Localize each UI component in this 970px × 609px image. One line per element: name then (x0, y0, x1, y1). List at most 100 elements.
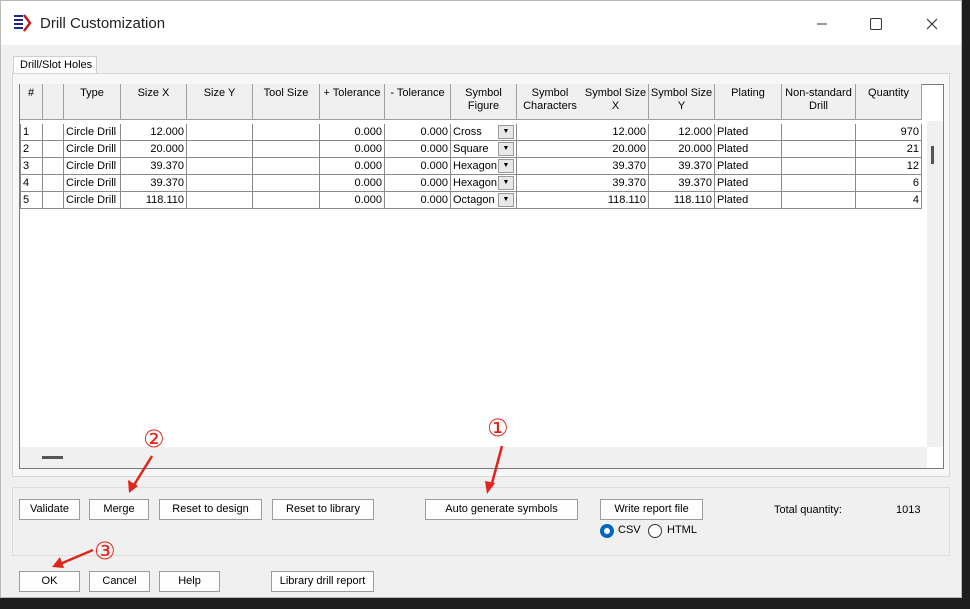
cell-tool[interactable] (253, 124, 320, 141)
cell-symch[interactable] (517, 124, 584, 141)
cell-sizex[interactable]: 39.370 (121, 158, 187, 175)
horizontal-scroll-thumb[interactable] (42, 456, 63, 459)
column-header-ssx[interactable]: Symbol Size X (583, 84, 649, 120)
cell-ssx[interactable]: 39.370 (583, 158, 649, 175)
cell-ssx[interactable]: 20.000 (583, 141, 649, 158)
column-header-num[interactable]: # (20, 84, 43, 120)
cell-symfig[interactable]: Hexagon ▼ (451, 158, 517, 175)
cell-ssx[interactable]: 39.370 (583, 175, 649, 192)
close-icon[interactable] (917, 11, 947, 37)
cell-sizey[interactable] (187, 124, 253, 141)
cell-nonstd[interactable] (782, 141, 856, 158)
cell-qty[interactable]: 12 (856, 158, 922, 175)
cell-symch[interactable] (517, 141, 584, 158)
cell-sizex[interactable]: 20.000 (121, 141, 187, 158)
cell-qty[interactable]: 21 (856, 141, 922, 158)
cell-mtol[interactable]: 0.000 (385, 192, 451, 209)
cell-plating[interactable]: Plated (715, 192, 782, 209)
ok-button[interactable]: OK (19, 571, 80, 592)
cell-plating[interactable]: Plated (715, 124, 782, 141)
column-header-sizex[interactable]: Size X (121, 84, 187, 120)
column-header-ptol[interactable]: + Tolerance (320, 84, 385, 120)
column-header-tool[interactable]: Tool Size (253, 84, 320, 120)
cell-ssy[interactable]: 39.370 (649, 175, 715, 192)
cell-sizey[interactable] (187, 192, 253, 209)
cell-qty[interactable]: 4 (856, 192, 922, 209)
help-button[interactable]: Help (159, 571, 220, 592)
cell-symfig[interactable]: Square ▼ (451, 141, 517, 158)
table-row[interactable]: 5 Circle Drill 118.110 0.000 0.000 Octagon ▼ 11… (20, 192, 922, 209)
cell-ptol[interactable]: 0.000 (320, 158, 385, 175)
cell-ptol[interactable]: 0.000 (320, 141, 385, 158)
column-header-blank[interactable] (43, 84, 64, 120)
cell-symch[interactable] (517, 158, 584, 175)
dropdown-arrow-icon[interactable]: ▼ (498, 193, 514, 207)
column-header-nonstd[interactable]: Non-standard Drill (782, 84, 856, 120)
cell-symch[interactable] (517, 175, 584, 192)
column-header-mtol[interactable]: - Tolerance (385, 84, 451, 120)
cell-type[interactable]: Circle Drill (64, 158, 121, 175)
cell-type[interactable]: Circle Drill (64, 175, 121, 192)
cell-sizey[interactable] (187, 175, 253, 192)
validate-button[interactable]: Validate (19, 499, 80, 520)
cell-tool[interactable] (253, 192, 320, 209)
cell-ssy[interactable]: 39.370 (649, 158, 715, 175)
cell-sizey[interactable] (187, 158, 253, 175)
cell-sizex[interactable]: 12.000 (121, 124, 187, 141)
cell-tool[interactable] (253, 175, 320, 192)
table-row[interactable]: 4 Circle Drill 39.370 0.000 0.000 Hexagon ▼ 39.… (20, 175, 922, 192)
column-header-qty[interactable]: Quantity (856, 84, 922, 120)
cell-type[interactable]: Circle Drill (64, 124, 121, 141)
reset-to-design-button[interactable]: Reset to design (159, 499, 262, 520)
vertical-scrollbar[interactable] (927, 121, 943, 447)
dropdown-arrow-icon[interactable]: ▼ (498, 125, 514, 139)
cell-symfig[interactable]: Cross ▼ (451, 124, 517, 141)
cell-qty[interactable]: 970 (856, 124, 922, 141)
cell-qty[interactable]: 6 (856, 175, 922, 192)
dropdown-arrow-icon[interactable]: ▼ (498, 142, 514, 156)
column-header-type[interactable]: Type (64, 84, 121, 120)
cell-plating[interactable]: Plated (715, 141, 782, 158)
reset-to-library-button[interactable]: Reset to library (272, 499, 374, 520)
column-header-symfig[interactable]: Symbol Figure (451, 84, 517, 120)
cell-sizex[interactable]: 118.110 (121, 192, 187, 209)
column-header-plating[interactable]: Plating (715, 84, 782, 120)
cell-type[interactable]: Circle Drill (64, 141, 121, 158)
cell-ssx[interactable]: 118.110 (583, 192, 649, 209)
cell-ssy[interactable]: 118.110 (649, 192, 715, 209)
cell-nonstd[interactable] (782, 175, 856, 192)
cell-sizex[interactable]: 39.370 (121, 175, 187, 192)
cell-ssy[interactable]: 12.000 (649, 124, 715, 141)
cell-ssy[interactable]: 20.000 (649, 141, 715, 158)
write-report-file-button[interactable]: Write report file (600, 499, 703, 520)
cell-nonstd[interactable] (782, 124, 856, 141)
cell-sizey[interactable] (187, 141, 253, 158)
merge-button[interactable]: Merge (89, 499, 149, 520)
vertical-scroll-thumb[interactable] (931, 146, 934, 164)
cell-type[interactable]: Circle Drill (64, 192, 121, 209)
minimize-icon[interactable] (807, 11, 837, 37)
cell-tool[interactable] (253, 141, 320, 158)
library-drill-report-button[interactable]: Library drill report (271, 571, 374, 592)
cell-mtol[interactable]: 0.000 (385, 124, 451, 141)
cell-nonstd[interactable] (782, 158, 856, 175)
dropdown-arrow-icon[interactable]: ▼ (498, 176, 514, 190)
maximize-icon[interactable] (861, 11, 891, 37)
column-header-ssy[interactable]: Symbol Size Y (649, 84, 715, 120)
cell-mtol[interactable]: 0.000 (385, 175, 451, 192)
cancel-button[interactable]: Cancel (89, 571, 150, 592)
cell-tool[interactable] (253, 158, 320, 175)
cell-ptol[interactable]: 0.000 (320, 124, 385, 141)
cell-nonstd[interactable] (782, 192, 856, 209)
cell-symfig[interactable]: Octagon ▼ (451, 192, 517, 209)
html-radio[interactable] (648, 524, 662, 538)
cell-ptol[interactable]: 0.000 (320, 175, 385, 192)
table-row[interactable]: 3 Circle Drill 39.370 0.000 0.000 Hexagon ▼ 39.… (20, 158, 922, 175)
cell-ssx[interactable]: 12.000 (583, 124, 649, 141)
cell-ptol[interactable]: 0.000 (320, 192, 385, 209)
csv-radio[interactable] (600, 524, 614, 538)
column-header-sizey[interactable]: Size Y (187, 84, 253, 120)
cell-plating[interactable]: Plated (715, 175, 782, 192)
cell-mtol[interactable]: 0.000 (385, 158, 451, 175)
table-row[interactable]: 2 Circle Drill 20.000 0.000 0.000 Square ▼ 20.0… (20, 141, 922, 158)
